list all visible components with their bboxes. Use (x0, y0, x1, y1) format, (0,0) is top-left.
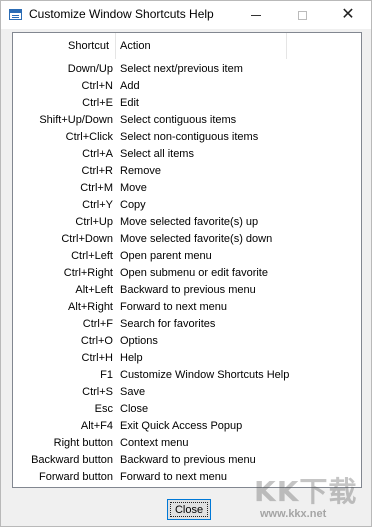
list-item[interactable]: Ctrl+Y Copy (13, 197, 361, 214)
list-item[interactable]: Ctrl+Right Open submenu or edit favorite (13, 265, 361, 282)
shortcut-action: Search for favorites (120, 318, 216, 330)
shortcut-action: Close (120, 403, 149, 415)
column-header-action[interactable]: Action (120, 40, 151, 52)
maximize-icon (297, 10, 307, 20)
shortcut-key: Alt+Right (68, 301, 113, 313)
list-item[interactable]: Ctrl+Up Move selected favorite(s) up (13, 214, 361, 231)
list-item[interactable]: Ctrl+O Options (13, 333, 361, 350)
column-divider[interactable] (115, 33, 116, 59)
shortcut-key: Shift+Up/Down (39, 114, 113, 126)
minimize-icon (251, 14, 261, 16)
list-item[interactable]: F1 Customize Window Shortcuts Help (13, 367, 361, 384)
shortcut-key: Ctrl+Y (82, 199, 113, 211)
shortcut-key: Alt+Left (75, 284, 113, 296)
shortcut-action: Exit Quick Access Popup (120, 420, 243, 432)
shortcut-action: Select contiguous items (120, 114, 237, 126)
list-item[interactable]: Ctrl+S Save (13, 384, 361, 401)
shortcut-action: Move selected favorite(s) down (120, 233, 273, 245)
shortcut-action: Forward to next menu (120, 471, 227, 483)
shortcut-key: F1 (100, 369, 113, 381)
list-item[interactable]: Alt+F4 Exit Quick Access Popup (13, 418, 361, 435)
shortcut-key: Ctrl+F (82, 318, 113, 330)
shortcut-key: Ctrl+N (81, 80, 113, 92)
list-item[interactable]: Ctrl+M Move (13, 180, 361, 197)
column-divider[interactable] (286, 33, 287, 59)
shortcut-action: Context menu (120, 437, 189, 449)
close-button-label: Close (174, 503, 204, 516)
close-icon: ✕ (341, 6, 355, 23)
close-window-button[interactable]: ✕ (325, 1, 371, 29)
window-title: Customize Window Shortcuts Help (29, 7, 214, 21)
list-item[interactable]: Alt+Left Backward to previous menu (13, 282, 361, 299)
shortcut-action: Move (120, 182, 147, 194)
shortcut-action: Save (120, 386, 146, 398)
list-item[interactable]: Ctrl+Left Open parent menu (13, 248, 361, 265)
list-item[interactable]: Alt+Right Forward to next menu (13, 299, 361, 316)
shortcut-action: Open parent menu (120, 250, 212, 262)
shortcut-key: Right button (53, 437, 113, 449)
shortcut-key: Ctrl+H (81, 352, 113, 364)
list-item[interactable]: Ctrl+Click Select non-contiguous items (13, 129, 361, 146)
shortcut-key: Ctrl+E (82, 97, 113, 109)
shortcut-key: Ctrl+S (82, 386, 113, 398)
shortcut-action: Edit (120, 97, 139, 109)
shortcut-action: Copy (120, 199, 146, 211)
list-item[interactable]: Backward button Backward to previous menu (13, 452, 361, 469)
dialog-window: Customize Window Shortcuts Help ✕ Shortc… (0, 0, 372, 527)
list-item[interactable]: Ctrl+F Search for favorites (13, 316, 361, 333)
close-button[interactable]: Close (167, 499, 211, 520)
shortcut-action: Add (120, 80, 140, 92)
shortcut-key: Ctrl+Click (65, 131, 113, 143)
watermark-logo: KK下载 (254, 475, 358, 508)
watermark-url: www.kkx.net (260, 508, 327, 520)
list-item[interactable]: Esc Close (13, 401, 361, 418)
shortcut-key: Down/Up (67, 63, 113, 75)
column-header-shortcut[interactable]: Shortcut (13, 40, 109, 52)
shortcut-action: Select next/previous item (120, 63, 243, 75)
shortcut-action: Select non-contiguous items (120, 131, 259, 143)
shortcut-key: Esc (94, 403, 113, 415)
watermark: KK下载 www.kkx.net (254, 470, 366, 524)
shortcut-key: Alt+F4 (80, 420, 113, 432)
shortcut-action: Remove (120, 165, 161, 177)
shortcut-action: Help (120, 352, 143, 364)
list-item[interactable]: Ctrl+R Remove (13, 163, 361, 180)
shortcut-key: Ctrl+Right (63, 267, 113, 279)
shortcut-action: Backward to previous menu (120, 284, 256, 296)
minimize-button[interactable] (233, 1, 279, 29)
list-item[interactable]: Shift+Up/Down Select contiguous items (13, 112, 361, 129)
list-item[interactable]: Ctrl+N Add (13, 78, 361, 95)
shortcut-action: Move selected favorite(s) up (120, 216, 259, 228)
list-item[interactable]: Ctrl+H Help (13, 350, 361, 367)
shortcut-action: Backward to previous menu (120, 454, 256, 466)
list-item[interactable]: Right button Context menu (13, 435, 361, 452)
shortcut-action: Customize Window Shortcuts Help (120, 369, 290, 381)
shortcut-key: Forward button (39, 471, 113, 483)
list-item[interactable]: Ctrl+Down Move selected favorite(s) down (13, 231, 361, 248)
shortcut-key: Ctrl+O (80, 335, 113, 347)
title-bar[interactable]: Customize Window Shortcuts Help ✕ (1, 1, 371, 29)
shortcut-action: Select all items (120, 148, 194, 160)
shortcut-key: Ctrl+Left (71, 250, 113, 262)
shortcut-key: Ctrl+Up (75, 216, 113, 228)
window-icon (9, 9, 22, 20)
shortcut-action: Open submenu or edit favorite (120, 267, 268, 279)
shortcut-key: Ctrl+R (81, 165, 113, 177)
list-item[interactable]: Down/Up Select next/previous item (13, 61, 361, 78)
list-rows: Down/Up Select next/previous item Ctrl+N Ad… (13, 61, 361, 486)
shortcut-action: Forward to next menu (120, 301, 227, 313)
shortcut-key: Backward button (31, 454, 113, 466)
list-item[interactable]: Ctrl+E Edit (13, 95, 361, 112)
shortcut-key: Ctrl+M (80, 182, 113, 194)
shortcut-key: Ctrl+A (82, 148, 113, 160)
maximize-button (279, 1, 325, 29)
list-header: Shortcut Action (13, 33, 361, 59)
shortcuts-list[interactable]: Shortcut Action Down/Up Select next/previ… (12, 32, 362, 488)
shortcut-action: Options (120, 335, 158, 347)
list-item[interactable]: Ctrl+A Select all items (13, 146, 361, 163)
shortcut-key: Ctrl+Down (61, 233, 113, 245)
